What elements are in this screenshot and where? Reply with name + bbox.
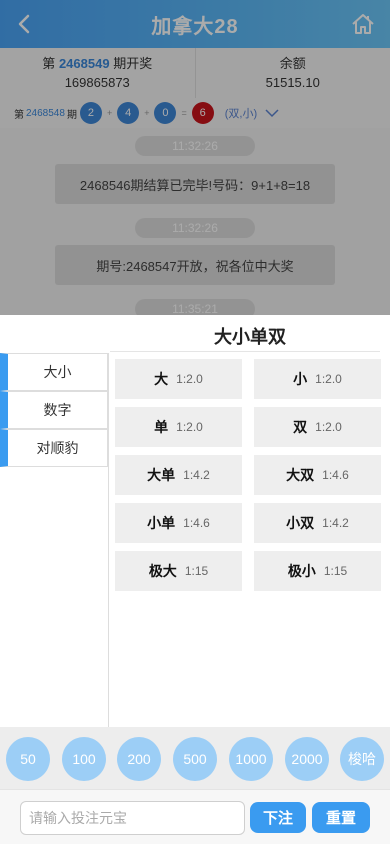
reset-button[interactable]: 重置 — [312, 802, 370, 833]
chip-all-in[interactable]: 梭哈 — [340, 737, 384, 781]
bet-option[interactable]: 极大 1:15 — [115, 551, 242, 591]
chip-100[interactable]: 100 — [62, 737, 106, 781]
bet-option[interactable]: 极小 1:15 — [254, 551, 381, 591]
chip-50[interactable]: 50 — [6, 737, 50, 781]
bet-option[interactable]: 小单 1:4.6 — [115, 503, 242, 543]
chip-2000[interactable]: 2000 — [285, 737, 329, 781]
panel-title: 大小单双 — [214, 327, 286, 347]
divider — [110, 351, 380, 352]
bet-option[interactable]: 双 1:2.0 — [254, 407, 381, 447]
bet-option[interactable]: 大单 1:4.2 — [115, 455, 242, 495]
tab-number[interactable]: 数字 — [0, 391, 108, 429]
bet-amount-input[interactable] — [20, 801, 245, 835]
modal-overlay[interactable] — [0, 0, 390, 315]
tab-pair-straight-triple[interactable]: 对顺豹 — [0, 429, 108, 467]
chip-1000[interactable]: 1000 — [229, 737, 273, 781]
chip-500[interactable]: 500 — [173, 737, 217, 781]
category-sidebar: 大小 数字 对顺豹 — [0, 353, 109, 727]
bet-option[interactable]: 单 1:2.0 — [115, 407, 242, 447]
tab-size[interactable]: 大小 — [0, 353, 108, 391]
bet-input-bar: 下注 重置 — [0, 789, 390, 844]
chip-200[interactable]: 200 — [117, 737, 161, 781]
bet-option[interactable]: 大双 1:4.6 — [254, 455, 381, 495]
chip-bar: 50 100 200 500 1000 2000 梭哈 — [0, 727, 390, 789]
bet-option[interactable]: 大 1:2.0 — [115, 359, 242, 399]
submit-bet-button[interactable]: 下注 — [250, 802, 306, 833]
bet-option[interactable]: 小 1:2.0 — [254, 359, 381, 399]
bet-option[interactable]: 小双 1:4.2 — [254, 503, 381, 543]
